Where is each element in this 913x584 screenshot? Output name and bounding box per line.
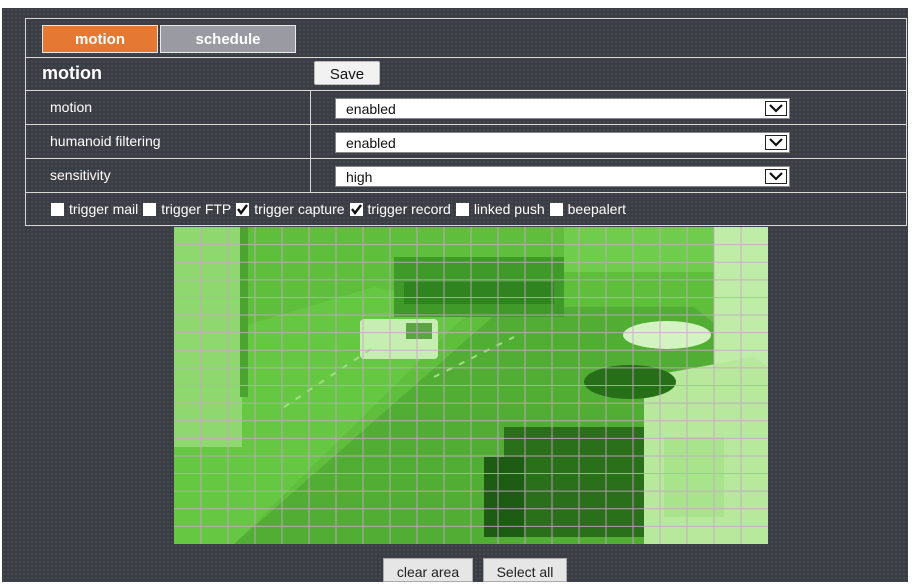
sensitivity-label: sensitivity — [50, 167, 111, 183]
motion-detection-area[interactable] — [174, 227, 768, 544]
divider — [26, 124, 906, 125]
beepalert-checkbox[interactable] — [549, 202, 563, 216]
tab-bar: motion schedule — [42, 25, 296, 53]
trigger-capture-option: trigger capture — [236, 201, 345, 217]
motion-select[interactable]: enabled — [335, 98, 790, 119]
humanoid-filtering-label: humanoid filtering — [50, 133, 161, 149]
tab-motion[interactable]: motion — [42, 25, 158, 53]
checkmark-icon — [237, 203, 249, 215]
humanoid-filtering-select[interactable]: enabled — [335, 132, 790, 153]
divider — [26, 158, 906, 159]
beepalert-label: beepalert — [567, 201, 627, 217]
clear-area-button[interactable]: clear area — [383, 558, 473, 582]
motion-select-value: enabled — [346, 101, 396, 117]
trigger-mail-checkbox[interactable] — [51, 202, 64, 216]
trigger-ftp-option: trigger FTP — [143, 201, 231, 217]
divider — [26, 90, 906, 91]
save-button[interactable]: Save — [314, 61, 380, 85]
divider — [26, 192, 906, 193]
linked-push-label: linked push — [473, 201, 545, 217]
divider — [26, 57, 906, 58]
trigger-record-option: trigger record — [349, 201, 451, 217]
chevron-down-icon[interactable] — [765, 101, 787, 116]
sensitivity-select-value: high — [346, 169, 373, 185]
settings-panel: motion schedule motion Save motion enabl… — [25, 18, 907, 226]
camera-view-image — [174, 227, 768, 544]
trigger-capture-label: trigger capture — [254, 201, 345, 217]
trigger-mail-label: trigger mail — [69, 201, 139, 217]
trigger-mail-option: trigger mail — [51, 201, 138, 217]
sensitivity-select[interactable]: high — [335, 166, 790, 187]
linked-push-option: linked push — [455, 201, 545, 217]
beepalert-option: beepalert — [549, 201, 627, 217]
linked-push-checkbox[interactable] — [455, 202, 469, 216]
humanoid-filtering-select-value: enabled — [346, 135, 396, 151]
motion-label: motion — [50, 99, 93, 115]
chevron-down-icon[interactable] — [765, 169, 787, 184]
trigger-record-label: trigger record — [367, 201, 451, 217]
trigger-options: trigger mail trigger FTP trigger capture… — [51, 201, 631, 217]
trigger-capture-checkbox[interactable] — [236, 202, 250, 216]
trigger-record-checkbox[interactable] — [349, 202, 363, 216]
checkmark-icon — [350, 203, 362, 215]
chevron-down-icon[interactable] — [765, 135, 787, 150]
column-divider — [310, 90, 311, 192]
trigger-ftp-label: trigger FTP — [161, 201, 232, 217]
trigger-ftp-checkbox[interactable] — [143, 202, 157, 216]
select-all-button[interactable]: Select all — [483, 558, 567, 582]
section-title: motion — [42, 63, 102, 83]
tab-schedule[interactable]: schedule — [160, 25, 296, 53]
